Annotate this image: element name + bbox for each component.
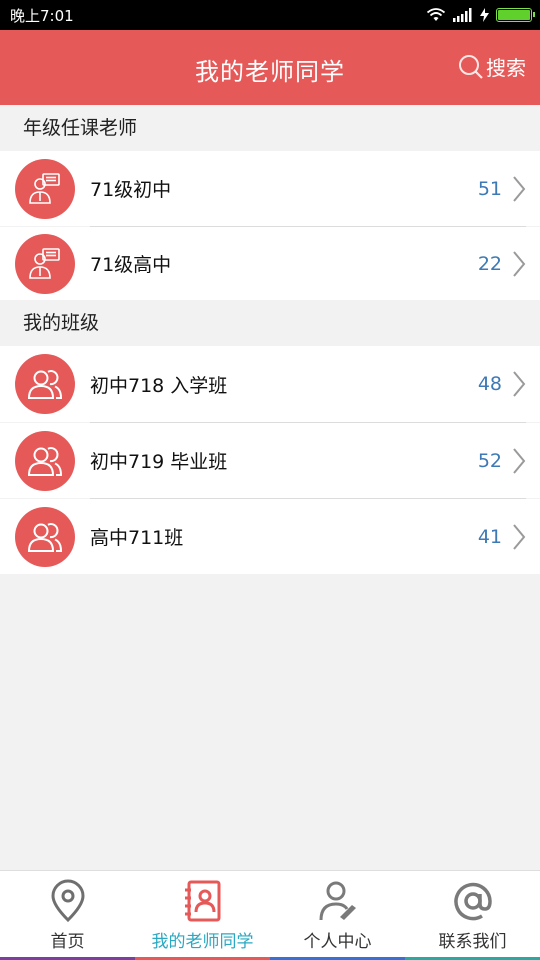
- at-sign-icon: [453, 882, 492, 921]
- signal-icon: [453, 8, 472, 22]
- row-count: 51: [477, 177, 502, 200]
- user-edit-icon: [319, 881, 356, 921]
- chevron-right-icon: [513, 250, 526, 277]
- row-label: 71级高中: [90, 254, 172, 276]
- charging-icon: [480, 8, 489, 22]
- tab-teachers-classmates[interactable]: 我的老师同学: [135, 871, 270, 960]
- bottom-tab-bar: 首页 我的老师同学 个人中心 联系我们: [0, 870, 540, 960]
- tab-label: 我的老师同学: [151, 932, 254, 952]
- row-count: 48: [477, 373, 502, 395]
- list-item-class-719[interactable]: 初中719 毕业班 52: [0, 423, 540, 498]
- chevron-right-icon: [513, 175, 526, 202]
- battery-icon: [496, 8, 535, 22]
- search-icon: [459, 54, 483, 79]
- tab-profile[interactable]: 个人中心: [270, 871, 405, 960]
- status-bar: 晚上7:01: [0, 0, 540, 30]
- row-count: 52: [477, 449, 502, 472]
- list-item-teachers-71-junior[interactable]: 71级初中 51: [0, 151, 540, 226]
- section-header-teachers: 年级任课老师: [0, 105, 540, 151]
- teacher-icon: [15, 233, 75, 294]
- chevron-right-icon: [513, 371, 526, 397]
- tab-label: 个人中心: [303, 932, 372, 952]
- row-label: 初中719 毕业班: [90, 451, 228, 473]
- tab-label: 联系我们: [438, 932, 507, 952]
- status-time: 晚上7:01: [10, 6, 74, 25]
- list-item-teachers-71-senior[interactable]: 71级高中 22: [0, 227, 540, 300]
- row-count: 22: [477, 252, 502, 275]
- tab-home[interactable]: 首页: [0, 871, 135, 960]
- app-header: 我的老师同学 搜索: [0, 30, 540, 105]
- search-button[interactable]: 搜索: [458, 52, 526, 81]
- group-icon: [15, 430, 75, 491]
- row-count: 41: [477, 525, 502, 548]
- tab-contact-us[interactable]: 联系我们: [405, 871, 540, 960]
- wifi-icon: [426, 8, 446, 21]
- chevron-right-icon: [513, 523, 526, 550]
- chevron-right-icon: [513, 447, 526, 474]
- tab-label: 首页: [50, 932, 85, 952]
- group-icon: [15, 506, 75, 567]
- teacher-icon: [15, 158, 75, 219]
- list-item-class-718[interactable]: 初中718 入学班 48: [0, 346, 540, 422]
- location-pin-icon: [50, 879, 85, 923]
- contacts-book-icon: [184, 880, 220, 922]
- search-label: 搜索: [486, 56, 526, 80]
- section-header-classes: 我的班级: [0, 300, 540, 346]
- list-item-class-711[interactable]: 高中711班 41: [0, 499, 540, 574]
- row-label: 71级初中: [90, 179, 172, 201]
- row-label: 初中718 入学班: [90, 374, 228, 397]
- group-icon: [15, 354, 75, 414]
- row-label: 高中711班: [90, 527, 184, 549]
